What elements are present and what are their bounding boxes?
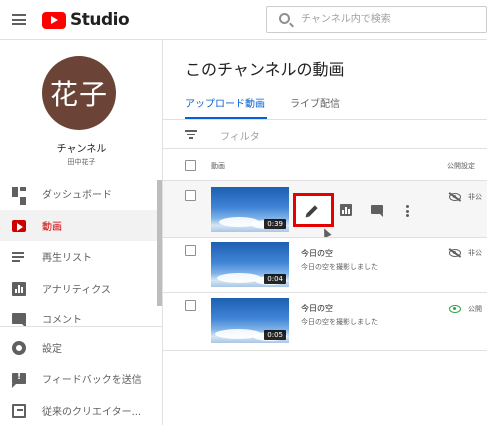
- sidebar-item-label: アナリティクス: [42, 285, 111, 296]
- sidebar-item-playlists[interactable]: 再生リスト: [0, 241, 157, 272]
- sidebar-item-comments[interactable]: コメント: [0, 304, 157, 326]
- more-options-icon[interactable]: [406, 205, 409, 217]
- visibility-status[interactable]: 非公: [449, 248, 482, 258]
- video-duration: 0:39: [264, 219, 286, 229]
- thumbnail-cloud: [217, 273, 261, 283]
- gear-icon: [12, 340, 26, 355]
- sidebar-item-label: 従来のクリエイター...: [42, 407, 142, 418]
- sidebar-item-settings[interactable]: 設定: [0, 332, 157, 363]
- edit-details-button[interactable]: [293, 193, 334, 227]
- filter-input[interactable]: フィルタ: [220, 128, 260, 143]
- video-title[interactable]: 今日の空: [301, 248, 333, 259]
- search-box[interactable]: [266, 6, 487, 33]
- column-header-video: 動画: [211, 162, 225, 170]
- video-thumbnail[interactable]: 0:39: [211, 187, 289, 232]
- visibility-off-icon: [449, 249, 461, 257]
- avatar[interactable]: 花子: [42, 56, 116, 130]
- search-input[interactable]: [301, 10, 481, 29]
- video-description: 今日の空を撮影しました: [301, 318, 378, 326]
- sidebar-item-dashboard[interactable]: ダッシュボード: [0, 178, 157, 209]
- tab-live[interactable]: ライブ配信: [290, 95, 340, 110]
- pencil-icon: [306, 205, 318, 217]
- sidebar: 花子 チャンネル 田中花子 ダッシュボード 動画 再生リスト アナリティクス コ…: [0, 40, 163, 425]
- comment-icon[interactable]: [371, 205, 383, 217]
- visibility-public-icon: [449, 305, 461, 313]
- sidebar-item-analytics[interactable]: アナリティクス: [0, 273, 157, 304]
- row-divider: [163, 292, 487, 293]
- visibility-label: 公開: [468, 305, 482, 313]
- video-duration: 0:05: [264, 330, 286, 340]
- tab-uploads[interactable]: アップロード動画: [185, 95, 265, 110]
- visibility-off-icon: [449, 193, 461, 201]
- sidebar-item-label: 設定: [42, 344, 62, 355]
- page-title: このチャンネルの動画: [185, 60, 345, 79]
- sidebar-scrollbar[interactable]: [157, 180, 162, 306]
- video-description: 今日の空を撮影しました: [301, 263, 378, 271]
- analytics-icon[interactable]: [340, 204, 352, 216]
- dashboard-icon: [12, 186, 26, 205]
- filter-icon[interactable]: [185, 129, 197, 139]
- sidebar-item-label: フィードバックを送信: [42, 375, 142, 386]
- video-thumbnail[interactable]: 0:04: [211, 242, 289, 287]
- select-all-checkbox[interactable]: [185, 160, 196, 171]
- sidebar-item-label: 再生リスト: [42, 253, 92, 264]
- sidebar-item-classic-studio[interactable]: 従来のクリエイター...: [0, 395, 157, 425]
- analytics-icon: [12, 281, 26, 296]
- row-checkbox[interactable]: [185, 245, 196, 256]
- menu-icon[interactable]: [12, 14, 26, 25]
- row-divider: [163, 237, 487, 238]
- row-checkbox[interactable]: [185, 300, 196, 311]
- row-divider: [163, 350, 487, 351]
- search-icon[interactable]: [279, 13, 290, 24]
- youtube-logo-icon: [42, 11, 66, 29]
- visibility-status[interactable]: 非公: [449, 192, 482, 202]
- channel-owner-name: 田中花子: [67, 158, 96, 166]
- visibility-status[interactable]: 公開: [449, 304, 482, 314]
- filter-divider: [163, 148, 487, 149]
- video-icon: [12, 219, 26, 232]
- classic-studio-icon: [12, 403, 26, 418]
- playlist-icon: [12, 250, 26, 264]
- app-name: Studio: [70, 10, 130, 30]
- sidebar-item-label: ダッシュボード: [42, 190, 112, 201]
- channel-label: チャンネル: [56, 144, 107, 155]
- sidebar-item-videos[interactable]: 動画: [0, 210, 157, 241]
- video-title[interactable]: 今日の空: [301, 303, 333, 314]
- top-app-bar: Studio: [0, 0, 487, 40]
- sidebar-item-label: 動画: [42, 222, 62, 233]
- sidebar-item-feedback[interactable]: フィードバックを送信: [0, 363, 157, 394]
- sidebar-item-label: コメント: [42, 315, 82, 326]
- comment-icon: [12, 313, 26, 326]
- column-header-visibility[interactable]: 公開設定: [447, 161, 475, 171]
- visibility-label: 非公: [468, 249, 482, 257]
- row-checkbox[interactable]: [185, 190, 196, 201]
- tabs-divider: [163, 119, 487, 120]
- sidebar-divider: [0, 326, 163, 327]
- feedback-icon: [12, 372, 26, 388]
- video-thumbnail[interactable]: 0:05: [211, 298, 289, 343]
- video-duration: 0:04: [264, 274, 286, 284]
- visibility-label: 非公: [468, 193, 482, 201]
- studio-logo[interactable]: Studio: [42, 10, 130, 30]
